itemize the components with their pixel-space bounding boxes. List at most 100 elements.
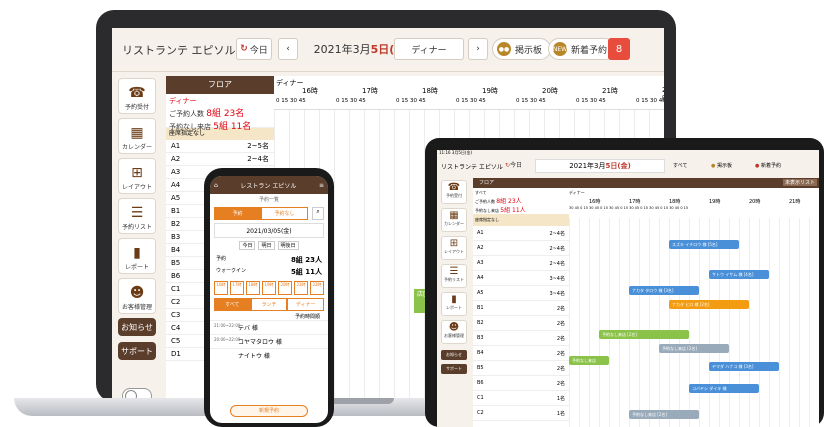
new-count-badge[interactable]: 8	[608, 38, 630, 60]
tablet-sidebar-report[interactable]: ▮ レポート	[441, 292, 467, 316]
phone-new-button[interactable]: 新規予約	[230, 405, 308, 417]
time-slot[interactable]: 17時	[230, 281, 244, 295]
laptop-header: リストランテ エピソル ↻今日 ‹ 2021年3月5日(金) ディナー › ●●…	[112, 28, 664, 72]
tablet-seat-list: A1 2~4名 A2 2~4名 A3 2~4名 A4 3~4名 A5 3~4名 B1 2名 B2 2名 B3…	[473, 226, 569, 421]
list-item-time: 20:00~22:00	[214, 337, 241, 342]
tablet-reservation-bar[interactable]: 予約なし来店	[569, 356, 609, 365]
tablet-seat-row[interactable]: A1 2~4名	[473, 226, 569, 241]
tablet-seat-row[interactable]: A4 3~4名	[473, 271, 569, 286]
tablet-sidebar-list[interactable]: ☰ 予約リスト	[441, 264, 467, 288]
sidebar-item-list[interactable]: ☰ 予約リスト	[118, 198, 156, 234]
tablet-new-reservation[interactable]: ● 新着予約	[755, 162, 781, 169]
tablet-reservation-bar[interactable]: 予約なし来店 [2名]	[659, 344, 729, 353]
tablet-seat-row[interactable]: B3 2名	[473, 331, 569, 346]
phone-walkin-count: ウォークイン 5組 11人	[216, 268, 322, 276]
meal-dinner[interactable]: ディナー	[287, 298, 325, 311]
tablet-seat-row[interactable]: C1 1名	[473, 391, 569, 406]
menu-icon[interactable]: ≡	[319, 182, 324, 189]
search-icon[interactable]: ⌕	[312, 207, 324, 220]
tablet-grid-lines	[569, 218, 819, 427]
tablet-reservation-bar[interactable]: ナカタ タロウ 様 [3名]	[629, 286, 699, 295]
tablet-hour-label: 19時	[709, 199, 721, 205]
filter-tomorrow[interactable]: 明日	[258, 241, 275, 250]
time-slot[interactable]: 19時	[262, 281, 276, 295]
meal-lunch[interactable]: ランチ	[250, 298, 288, 311]
time-slot[interactable]: 18時	[246, 281, 260, 295]
list-item[interactable]: ナイトウ 様	[210, 348, 328, 362]
tablet-sidebar-reception[interactable]: ☎ 予約受付	[441, 180, 467, 204]
tablet-reservation-bar[interactable]: コバヤシ ダイキ 様	[689, 384, 759, 393]
list-item[interactable]: 21:00~22:00 テバ 様	[210, 320, 328, 334]
support-button[interactable]: サポート	[118, 342, 156, 360]
time-slot[interactable]: 16時	[214, 281, 228, 295]
tablet-notice-button[interactable]: お知らせ	[441, 350, 467, 360]
seat-name: A1	[477, 230, 484, 236]
list-item[interactable]: 20:00~22:00 コヤマタロウ 様	[210, 334, 328, 348]
seat-name: B2	[477, 320, 484, 326]
filter-day-after[interactable]: 明後日	[277, 241, 299, 250]
sidebar-item-customers[interactable]: ☻ お客様管理	[118, 278, 156, 314]
sidebar-item-reception[interactable]: ☎ 予約受付	[118, 78, 156, 114]
board-button[interactable]: ●● 掲示板	[492, 38, 552, 60]
filter-today[interactable]: 今日	[239, 241, 256, 250]
tablet-seat-row[interactable]: A3 2~4名	[473, 256, 569, 271]
prev-day-button[interactable]: ‹	[278, 38, 298, 60]
seat-capacity: 1名	[556, 410, 565, 417]
home-icon[interactable]: ⌂	[214, 182, 218, 189]
tablet-reservation-bar[interactable]: 予約なし来店 [2名]	[629, 410, 699, 419]
time-slot[interactable]: 21時	[294, 281, 308, 295]
sidebar-item-report[interactable]: ▮ レポート	[118, 238, 156, 274]
tablet-meal-select[interactable]: すべて	[673, 162, 687, 169]
tablet-seat-row[interactable]: B1 2名	[473, 301, 569, 316]
minute-labels: 0 15 30 45	[336, 98, 366, 104]
calendar-icon: ▦	[130, 125, 144, 141]
list-item-name: テバ 様	[238, 325, 258, 332]
tab-walkin[interactable]: 予約なし	[261, 207, 308, 220]
tablet-timeline-bar: 未表示リスト	[569, 178, 819, 188]
tablet-seat-row[interactable]: B2 2名	[473, 316, 569, 331]
notice-button[interactable]: お知らせ	[118, 318, 156, 336]
customers-icon: ☻	[129, 285, 145, 301]
meal-period-select[interactable]: ディナー	[394, 38, 464, 60]
tablet-date[interactable]: 2021年3月5日(金)	[535, 159, 665, 173]
tablet-board-button[interactable]: ● 掲示板	[711, 162, 732, 169]
seat-row[interactable]: A1 2~5名	[166, 140, 274, 153]
tab-reservation[interactable]: 予約	[214, 207, 261, 220]
tablet-today-button[interactable]: ↻今日	[505, 160, 522, 169]
sidebar-item-layout[interactable]: ⊞ レイアウト	[118, 158, 156, 194]
tablet-reservation-bar[interactable]: スズキ イチロウ 様 [5名]	[669, 240, 739, 249]
sort-select[interactable]: 予約時間順	[210, 313, 328, 320]
seat-capacity: 2名	[556, 350, 565, 357]
phone-date[interactable]: 2021/03/05(金)	[214, 223, 324, 238]
tablet-sidebar-layout[interactable]: ⊞ レイアウト	[441, 236, 467, 260]
toggle-knob	[125, 390, 137, 398]
meal-all[interactable]: すべて	[214, 298, 251, 311]
tablet-seat-row[interactable]: B5 2名	[473, 361, 569, 376]
seat-name: B3	[171, 233, 181, 241]
tablet-seat-row[interactable]: A5 3~4名	[473, 286, 569, 301]
seat-name: B6	[477, 380, 484, 386]
tablet-seat-row[interactable]: B4 2名	[473, 346, 569, 361]
seat-row[interactable]: A2 2~4名	[166, 153, 274, 166]
time-slot[interactable]: 22時	[310, 281, 324, 295]
toggle-switch[interactable]	[122, 388, 152, 398]
today-button[interactable]: ↻ 今日	[236, 38, 272, 60]
tablet-sidebar-customers[interactable]: ☻ お客様管理	[441, 320, 467, 344]
new-reservation-button[interactable]: NEW 新着予約	[548, 38, 617, 60]
tablet-reservation-bar[interactable]: ヤマダ ハナコ 様 [3名]	[709, 362, 779, 371]
tablet-support-button[interactable]: サポート	[441, 364, 467, 374]
tablet-screen: 11:16 3月5日(金) リストランテ エピソル ↻今日 2021年3月5日(…	[437, 150, 819, 427]
tablet-seat-row[interactable]: C2 1名	[473, 406, 569, 421]
tablet-reservation-bar[interactable]: 予約なし来店 [2名]	[599, 330, 689, 339]
phone-reservation-list: 21:00~22:00 テバ 様 20:00~22:00 コヤマタロウ 様ナイトウ 様	[210, 320, 328, 362]
next-day-button[interactable]: ›	[468, 38, 488, 60]
tablet-list-button[interactable]: 未表示リスト	[782, 179, 817, 186]
tablet-sidebar-calendar[interactable]: ▦ カレンダー	[441, 208, 467, 232]
sidebar-item-calendar[interactable]: ▦ カレンダー	[118, 118, 156, 154]
tablet-reservation-bar[interactable]: ナカタ ヒロ 様 [2名]	[669, 300, 749, 309]
minute-labels: 0 15 30 45	[456, 98, 486, 104]
tablet-seat-row[interactable]: A2 2~4名	[473, 241, 569, 256]
tablet-seat-row[interactable]: B6 2名	[473, 376, 569, 391]
time-slot[interactable]: 20時	[278, 281, 292, 295]
tablet-reservation-bar[interactable]: サトウ イサム 様 [4名]	[709, 270, 769, 279]
